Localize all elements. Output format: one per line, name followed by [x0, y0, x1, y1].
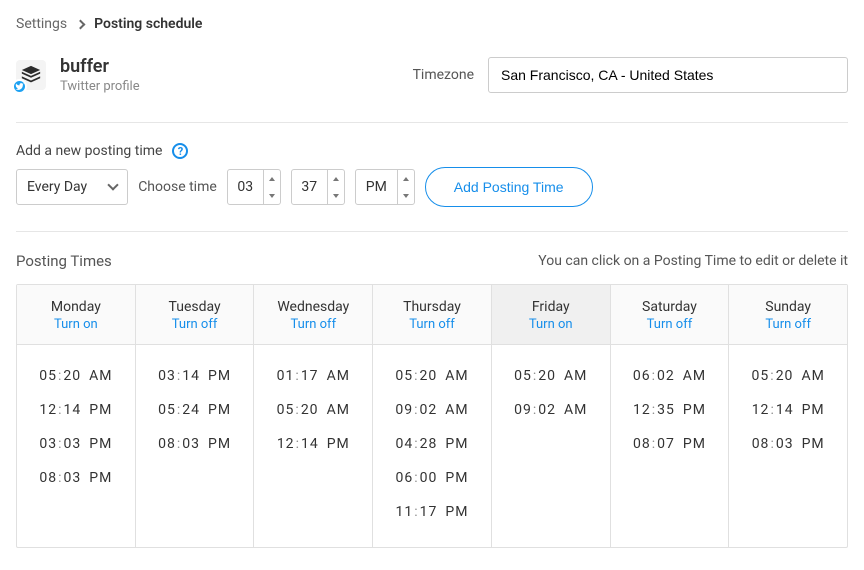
- posting-time-entry[interactable]: 09:02AM: [379, 393, 485, 427]
- posting-time-entry[interactable]: 03:03PM: [23, 427, 129, 461]
- day-name: Friday: [496, 299, 606, 315]
- hour-up[interactable]: [264, 170, 280, 187]
- day-times: 01:17AM05:20AM12:14PM: [254, 345, 372, 545]
- day-column: Saturday Turn off 06:02AM12:35PM08:07PM: [611, 285, 730, 547]
- avatar: [16, 60, 46, 90]
- posting-time-entry[interactable]: 05:20AM: [735, 359, 841, 393]
- posting-time-entry[interactable]: 09:02AM: [498, 393, 604, 427]
- hour-input[interactable]: 03: [227, 169, 281, 205]
- help-icon[interactable]: ?: [172, 143, 188, 159]
- breadcrumb-current: Posting schedule: [94, 16, 202, 32]
- posting-time-entry[interactable]: 12:35PM: [617, 393, 723, 427]
- posting-time-entry[interactable]: 12:14PM: [23, 393, 129, 427]
- posting-time-entry[interactable]: 05:24PM: [142, 393, 248, 427]
- posting-time-entry[interactable]: 11:17PM: [379, 495, 485, 529]
- day-name: Monday: [21, 299, 131, 315]
- day-times: 06:02AM12:35PM08:07PM: [611, 345, 729, 545]
- posting-times-hint: You can click on a Posting Time to edit …: [538, 253, 848, 269]
- posting-time-entry[interactable]: 04:28PM: [379, 427, 485, 461]
- hour-value: 03: [228, 179, 263, 195]
- posting-time-entry[interactable]: 03:14PM: [142, 359, 248, 393]
- day-toggle[interactable]: Turn off: [377, 317, 487, 332]
- posting-time-entry[interactable]: 08:03PM: [735, 427, 841, 461]
- day-times: 05:20AM12:14PM03:03PM08:03PM: [17, 345, 135, 545]
- posting-time-entry[interactable]: 05:20AM: [23, 359, 129, 393]
- breadcrumb: Settings Posting schedule: [16, 16, 848, 32]
- frequency-value: Every Day: [27, 179, 87, 195]
- chevron-right-icon: [76, 19, 86, 29]
- add-time-label-row: Add a new posting time ?: [16, 143, 848, 159]
- timezone-input[interactable]: [488, 57, 848, 93]
- ampm-value: PM: [356, 179, 397, 195]
- day-column: Friday Turn on 05:20AM09:02AM: [492, 285, 611, 547]
- day-column: Sunday Turn off 05:20AM12:14PM08:03PM: [729, 285, 847, 547]
- add-time-controls: Every Day Choose time 03 37 PM Add Posti…: [16, 167, 848, 232]
- posting-time-entry[interactable]: 01:17AM: [260, 359, 366, 393]
- posting-time-entry[interactable]: 05:20AM: [379, 359, 485, 393]
- day-toggle[interactable]: Turn off: [140, 317, 250, 332]
- frequency-select[interactable]: Every Day: [16, 169, 128, 205]
- day-column: Wednesday Turn off 01:17AM05:20AM12:14PM: [254, 285, 373, 547]
- posting-times-header: Posting Times You can click on a Posting…: [16, 252, 848, 270]
- day-name: Tuesday: [140, 299, 250, 315]
- schedule-table: MondayTurn on05:20AM12:14PM03:03PM08:03P…: [16, 284, 848, 548]
- timezone-label: Timezone: [413, 67, 474, 83]
- minute-input[interactable]: 37: [291, 169, 345, 205]
- add-posting-time-button[interactable]: Add Posting Time: [425, 167, 593, 207]
- posting-time-entry[interactable]: 06:00PM: [379, 461, 485, 495]
- posting-time-entry[interactable]: 08:03PM: [142, 427, 248, 461]
- day-toggle[interactable]: Turn off: [615, 317, 725, 332]
- posting-time-entry[interactable]: 06:02AM: [617, 359, 723, 393]
- day-header: Saturday Turn off: [611, 285, 729, 345]
- posting-times-label: Posting Times: [16, 252, 112, 270]
- day-toggle[interactable]: Turn off: [258, 317, 368, 332]
- posting-time-entry[interactable]: 12:14PM: [735, 393, 841, 427]
- ampm-input[interactable]: PM: [355, 169, 415, 205]
- day-name: Sunday: [733, 299, 843, 315]
- day-toggle[interactable]: Turn on: [21, 317, 131, 332]
- minute-up[interactable]: [328, 170, 344, 187]
- ampm-up[interactable]: [398, 170, 414, 187]
- day-header: Monday Turn on: [17, 285, 135, 345]
- day-times: 03:14PM05:24PM08:03PM: [136, 345, 254, 545]
- breadcrumb-settings[interactable]: Settings: [16, 16, 67, 32]
- add-time-label: Add a new posting time: [16, 143, 162, 159]
- day-column: Tuesday Turn off 03:14PM05:24PM08:03PM: [136, 285, 255, 547]
- day-header: Tuesday Turn off: [136, 285, 254, 345]
- hour-down[interactable]: [264, 187, 280, 204]
- day-column: Thursday Turn off 05:20AM09:02AM04:28PM06:…: [373, 285, 492, 547]
- day-times: 05:20AM09:02AM: [492, 345, 610, 545]
- twitter-badge-icon: [12, 79, 27, 94]
- timezone-row: Timezone: [413, 57, 848, 93]
- day-toggle[interactable]: Turn on: [496, 317, 606, 332]
- day-header: Friday Turn on: [492, 285, 610, 345]
- posting-time-entry[interactable]: 12:14PM: [260, 427, 366, 461]
- ampm-down[interactable]: [398, 187, 414, 204]
- posting-time-entry[interactable]: 08:07PM: [617, 427, 723, 461]
- posting-time-entry[interactable]: 05:20AM: [498, 359, 604, 393]
- day-header: Thursday Turn off: [373, 285, 491, 345]
- minute-value: 37: [292, 179, 327, 195]
- posting-time-entry[interactable]: 05:20AM: [260, 393, 366, 427]
- day-header: Wednesday Turn off: [254, 285, 372, 345]
- profile-timezone-row: buffer Twitter profile Timezone: [16, 56, 848, 123]
- day-name: Saturday: [615, 299, 725, 315]
- day-times: 05:20AM09:02AM04:28PM06:00PM11:17PM: [373, 345, 491, 547]
- minute-down[interactable]: [328, 187, 344, 204]
- day-toggle[interactable]: Turn off: [733, 317, 843, 332]
- day-header: Sunday Turn off: [729, 285, 847, 345]
- profile-name: buffer: [60, 56, 140, 77]
- profile-subtitle: Twitter profile: [60, 79, 140, 94]
- day-column: Monday Turn on 05:20AM12:14PM03:03PM08:03P…: [17, 285, 136, 547]
- choose-time-label: Choose time: [138, 179, 217, 195]
- day-times: 05:20AM12:14PM08:03PM: [729, 345, 847, 545]
- posting-time-entry[interactable]: 08:03PM: [23, 461, 129, 495]
- day-name: Wednesday: [258, 299, 368, 315]
- profile-info: buffer Twitter profile: [16, 56, 140, 94]
- chevron-down-icon: [108, 179, 119, 190]
- day-name: Thursday: [377, 299, 487, 315]
